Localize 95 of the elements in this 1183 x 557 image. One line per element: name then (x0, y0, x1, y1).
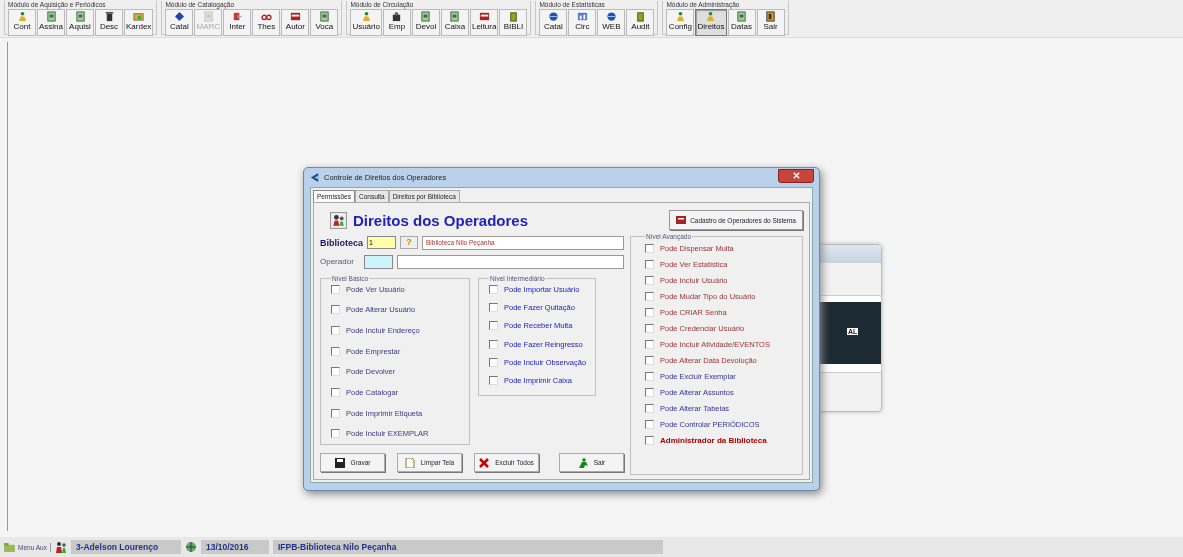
floppy-icon (334, 457, 345, 468)
checkbox[interactable] (645, 275, 654, 285)
toolbar-button[interactable]: Assina (37, 9, 65, 36)
checkbox[interactable] (489, 376, 498, 386)
toolbar-button[interactable]: Desc (95, 9, 123, 36)
checkbox[interactable] (489, 358, 498, 368)
operator-name-field[interactable] (397, 254, 624, 269)
checkbox[interactable] (331, 429, 340, 439)
person-icon (705, 11, 717, 22)
toolbar-button[interactable]: Aquisi (66, 9, 94, 36)
bin-icon (103, 11, 115, 22)
chart-icon (576, 11, 588, 22)
sheet-icon (318, 11, 330, 22)
people-icon (330, 211, 347, 229)
checkbox[interactable] (645, 259, 654, 269)
diamond-icon (173, 11, 185, 22)
close-button[interactable] (778, 168, 814, 183)
toolbar-button[interactable]: BIBLI (499, 9, 528, 36)
sheet-icon (202, 11, 214, 22)
toolbar-button[interactable]: Caixa (440, 9, 469, 36)
toolbar-button[interactable]: Circ (568, 9, 597, 36)
date-panel: 13/10/2016 (200, 540, 269, 554)
toolbar-button[interactable]: Sair (756, 9, 785, 36)
sheet-icon (736, 11, 748, 22)
field-label: Biblioteca (320, 237, 363, 248)
person-icon (360, 11, 372, 22)
checkbox[interactable] (645, 307, 654, 317)
folder-icon (133, 11, 145, 22)
checkbox[interactable] (645, 291, 654, 301)
globe-icon (184, 541, 197, 553)
book-icon (289, 11, 301, 22)
bottle-icon (507, 11, 519, 22)
sheet-icon (45, 11, 57, 22)
sheet-icon (420, 11, 432, 22)
people-icon (54, 541, 67, 553)
sheet-icon (449, 11, 461, 22)
checkbox[interactable] (645, 339, 654, 349)
toolbar-button[interactable]: Datas (727, 9, 756, 36)
page-icon (404, 457, 415, 468)
toolbar-button[interactable]: Kardex (124, 9, 154, 36)
library-panel: IFPB-Biblioteca Nilo Peçanha (272, 540, 663, 554)
toolbar-button[interactable]: Audit (626, 9, 655, 36)
toolbar-button[interactable]: Usuário (350, 9, 382, 36)
toolbar-button[interactable]: Devol (411, 9, 440, 36)
globe-icon (547, 11, 559, 22)
person-icon (674, 11, 686, 22)
checkbox[interactable] (645, 435, 654, 445)
toolbar-button[interactable]: Inter (223, 9, 252, 36)
toolbar-button[interactable]: WEB (597, 9, 626, 36)
checkbox[interactable] (331, 388, 340, 397)
checkbox[interactable] (331, 325, 340, 335)
book-icon (478, 11, 490, 22)
checkbox[interactable] (645, 243, 654, 253)
toolbar-button[interactable]: Cont (8, 9, 36, 36)
close-icon (791, 171, 801, 180)
running-figure-icon (577, 457, 588, 468)
checkbox[interactable] (331, 284, 340, 294)
toolbar-button[interactable]: Catal (165, 9, 194, 36)
checkbox[interactable] (645, 403, 654, 413)
bottle-icon (634, 11, 646, 22)
toolbar-button[interactable]: Voca (310, 9, 339, 36)
person-icon (16, 11, 28, 22)
checkbox[interactable] (489, 302, 498, 312)
user-panel: 3-Adelson Lourenço (70, 540, 181, 554)
toolbar-button[interactable]: Emp (382, 9, 411, 36)
checkbox[interactable] (331, 367, 340, 377)
folder-icon (4, 542, 15, 552)
cross-icon (479, 457, 490, 468)
checkbox[interactable] (489, 321, 498, 331)
sheet-icon (74, 11, 86, 22)
globe-icon (605, 11, 617, 22)
app-icon (309, 172, 320, 183)
toolbar-button[interactable]: Autor (281, 9, 310, 36)
dialog-heading: Direitos dos Operadores (353, 211, 529, 229)
operator-code-field[interactable] (364, 254, 393, 269)
checkbox[interactable] (331, 346, 340, 356)
checkbox[interactable] (645, 355, 654, 365)
checkbox[interactable] (645, 323, 654, 333)
book-icon (676, 215, 687, 225)
permission-checkbox[interactable]: Administrador da Biblioteca (645, 432, 794, 448)
checkbox[interactable] (331, 408, 340, 418)
checkbox[interactable] (331, 305, 340, 315)
checkbox[interactable] (645, 387, 654, 397)
toolbar-button[interactable]: Catal (539, 9, 568, 36)
toolbar-button[interactable]: Config (666, 9, 695, 36)
toolbar-button[interactable]: Direitos (695, 9, 727, 36)
checkbox[interactable] (645, 371, 654, 381)
door-icon (765, 11, 777, 22)
checkbox[interactable] (645, 419, 654, 429)
toolbar-button[interactable]: Leitura (469, 9, 499, 36)
checkbox[interactable] (489, 284, 498, 294)
checkbox[interactable] (489, 339, 498, 349)
field-label: Operador (320, 257, 355, 266)
toolbar-button[interactable]: Thes (252, 9, 281, 36)
bag-icon (391, 11, 403, 22)
